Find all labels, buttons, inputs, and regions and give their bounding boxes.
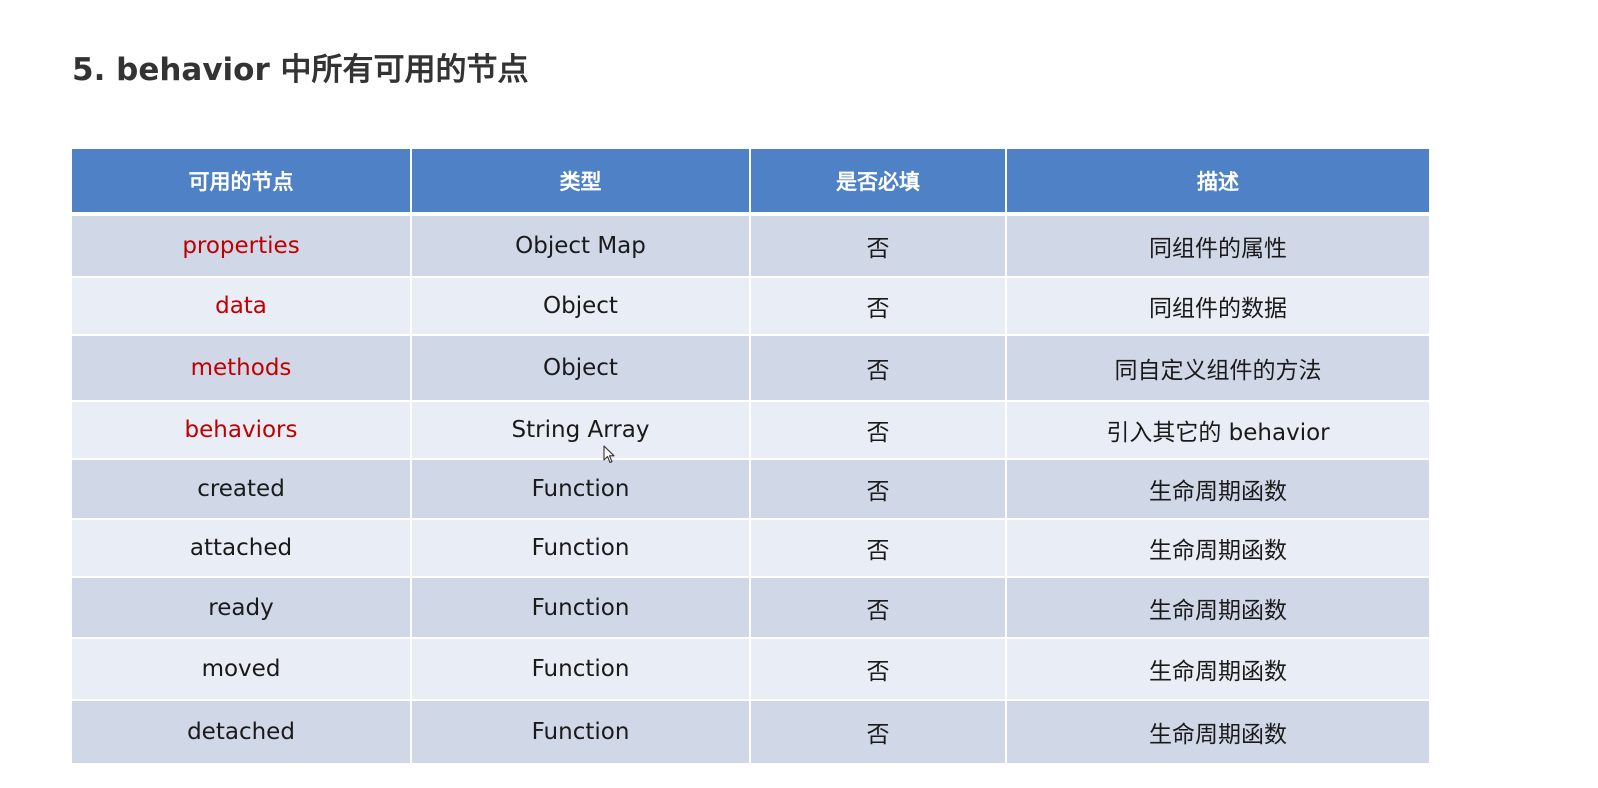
type-cell: Object Map <box>411 214 751 278</box>
header-node: 可用的节点 <box>72 149 412 216</box>
node-cell: moved <box>72 638 412 701</box>
description-cell: 同组件的数据 <box>1006 277 1429 336</box>
required-cell: 否 <box>750 519 1007 578</box>
header-description: 描述 <box>1006 149 1429 216</box>
header-required: 是否必填 <box>750 149 1007 216</box>
required-cell: 否 <box>750 401 1007 460</box>
table-row: created Function 否生命周期函数 <box>72 459 1429 520</box>
page-title: 5. behavior 中所有可用的节点 <box>72 52 529 88</box>
node-cell: properties <box>72 214 412 278</box>
description-cell: 生命周期函数 <box>1006 700 1429 765</box>
description-cell: 同自定义组件的方法 <box>1006 335 1429 402</box>
table-header: 可用的节点 类型 是否必填 描述 <box>72 149 1429 216</box>
description-cell: 生命周期函数 <box>1006 638 1429 701</box>
header-type: 类型 <box>411 149 751 216</box>
description-cell: 生命周期函数 <box>1006 577 1429 639</box>
description-cell: 同组件的属性 <box>1006 214 1429 278</box>
table-body: properties Object Map 否同组件的属性 data Object 否同组… <box>72 214 1429 765</box>
nodes-table: 可用的节点 类型 是否必填 描述 properties Object Map 否同组… <box>72 149 1429 765</box>
required-cell: 否 <box>750 700 1007 765</box>
type-cell: String Array <box>411 401 751 460</box>
type-cell: Function <box>411 577 751 639</box>
node-cell: created <box>72 459 412 520</box>
table-row: ready Function 否生命周期函数 <box>72 577 1429 639</box>
mouse-pointer-icon <box>603 445 615 464</box>
table-row: properties Object Map 否同组件的属性 <box>72 214 1429 278</box>
node-cell: methods <box>72 335 412 402</box>
header-row: 可用的节点 类型 是否必填 描述 <box>72 149 1429 216</box>
node-cell: behaviors <box>72 401 412 460</box>
description-cell: 生命周期函数 <box>1006 519 1429 578</box>
node-cell: attached <box>72 519 412 578</box>
required-cell: 否 <box>750 277 1007 336</box>
nodes-table-container: 可用的节点 类型 是否必填 描述 properties Object Map 否同组… <box>72 149 1429 765</box>
type-cell: Function <box>411 638 751 701</box>
required-cell: 否 <box>750 335 1007 402</box>
node-cell: data <box>72 277 412 336</box>
required-cell: 否 <box>750 459 1007 520</box>
required-cell: 否 <box>750 577 1007 639</box>
table-row: detached Function 否生命周期函数 <box>72 700 1429 765</box>
node-cell: detached <box>72 700 412 765</box>
required-cell: 否 <box>750 214 1007 278</box>
type-cell: Function <box>411 700 751 765</box>
description-cell: 生命周期函数 <box>1006 459 1429 520</box>
table-row: attached Function 否生命周期函数 <box>72 519 1429 578</box>
type-cell: Function <box>411 519 751 578</box>
table-row: data Object 否同组件的数据 <box>72 277 1429 336</box>
type-cell: Object <box>411 335 751 402</box>
node-cell: ready <box>72 577 412 639</box>
type-cell: Function <box>411 459 751 520</box>
table-row: behaviors String Array 否引入其它的 behavior <box>72 401 1429 460</box>
description-cell: 引入其它的 behavior <box>1006 401 1429 460</box>
table-row: moved Function 否生命周期函数 <box>72 638 1429 701</box>
table-row: methods Object 否同自定义组件的方法 <box>72 335 1429 402</box>
required-cell: 否 <box>750 638 1007 701</box>
type-cell: Object <box>411 277 751 336</box>
